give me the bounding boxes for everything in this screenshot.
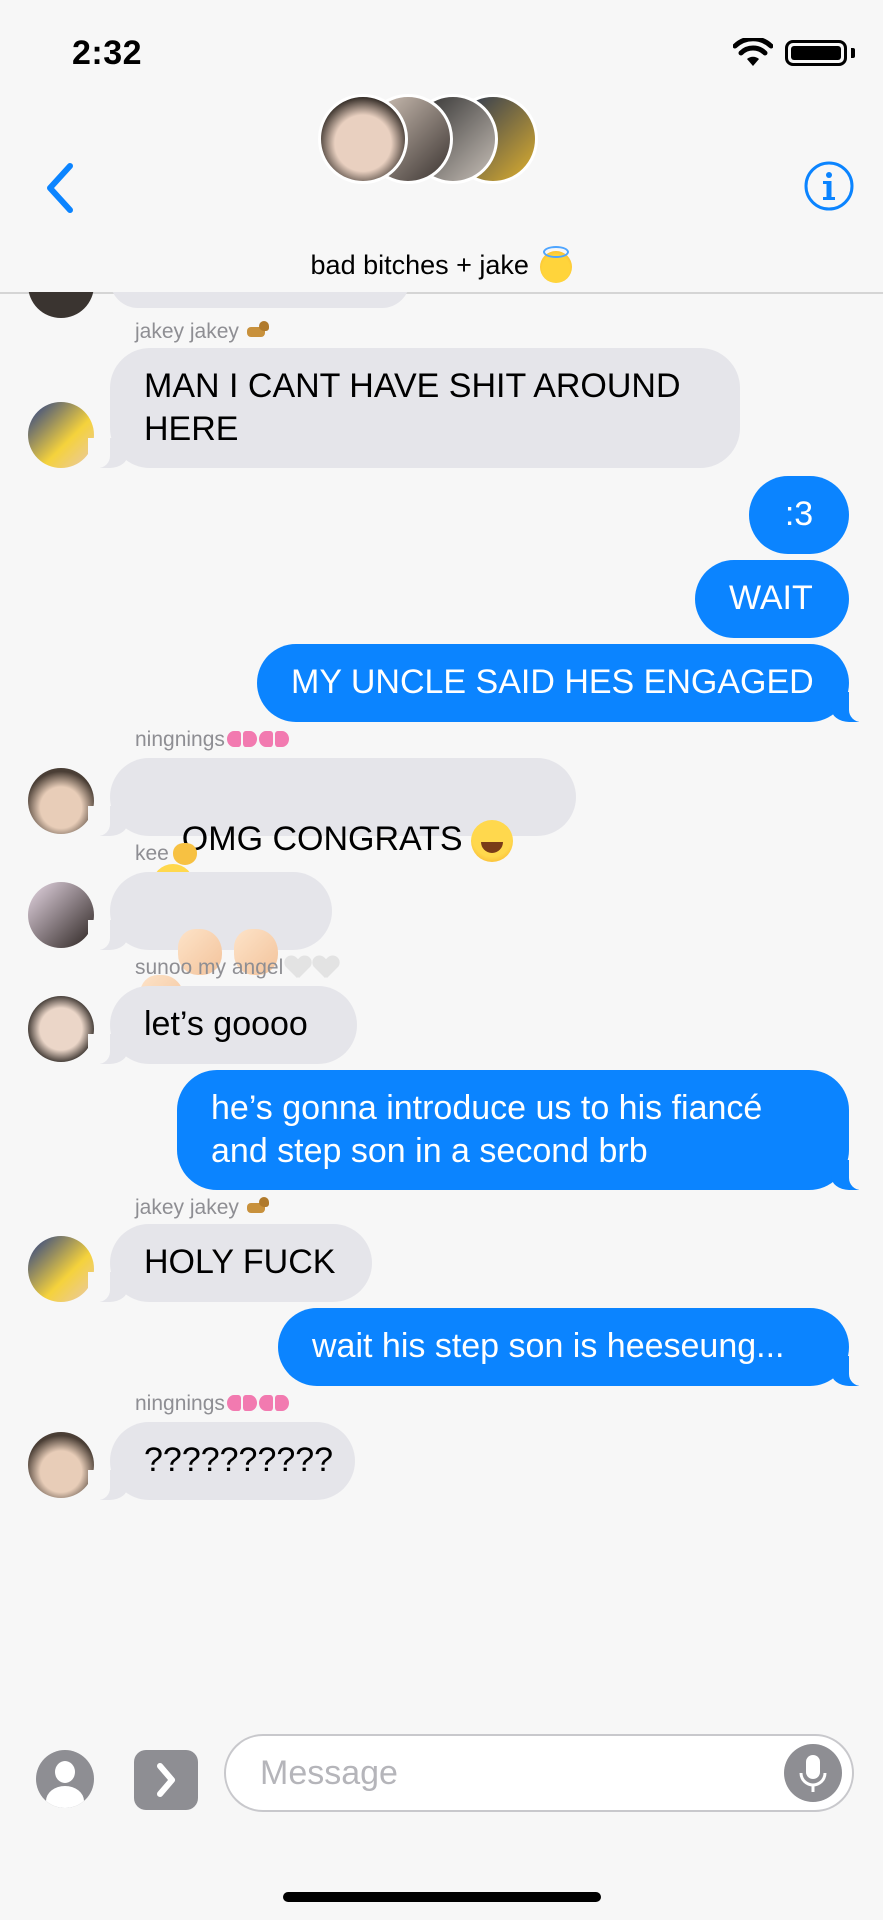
avatar-kee[interactable] (28, 882, 94, 948)
message-bubble-outgoing[interactable]: WAIT (695, 560, 849, 638)
laughing-emoji-icon (470, 820, 513, 863)
sender-name-text: sunoo my angel (135, 956, 284, 979)
avatar-jakey[interactable] (28, 402, 94, 468)
chat-header: bad bitches + jake (0, 80, 883, 294)
group-avatar (318, 94, 408, 184)
mic-button[interactable] (784, 1744, 842, 1802)
dog-emoji-icon (243, 1197, 271, 1219)
message-bubble-outgoing[interactable]: he’s gonna introduce us to his fiancé an… (177, 1070, 871, 1190)
info-icon (804, 161, 854, 211)
sender-name: jakey jakey (135, 320, 271, 344)
status-icons (733, 38, 855, 68)
battery-icon (785, 40, 847, 66)
message-bubble-outgoing[interactable]: MY UNCLE SAID HES ENGAGED (257, 644, 871, 722)
status-time: 2:32 (72, 34, 143, 72)
sender-name: jakey jakey (135, 1196, 271, 1220)
ribbon-emoji-icon (226, 729, 257, 751)
apps-button[interactable] (134, 1750, 198, 1810)
chat-title[interactable]: bad bitches + jake (0, 245, 883, 283)
sender-name-text: jakey jakey (135, 320, 239, 343)
chevron-right-icon (157, 1763, 175, 1797)
white-heart-icon (285, 956, 311, 980)
message-input[interactable]: Message (224, 1734, 854, 1812)
sender-name: ningnings (135, 728, 289, 752)
message-bubble-incoming[interactable]: HOLY FUCK (88, 1224, 372, 1302)
contact-button[interactable] (36, 1750, 94, 1808)
message-bubble-incoming[interactable] (88, 872, 332, 1022)
group-avatar-stack[interactable] (318, 94, 538, 190)
message-bubble-incoming[interactable]: MAN I CANT HAVE SHIT AROUND HERE (88, 348, 740, 468)
white-heart-icon (313, 956, 339, 980)
avatar-ningnings[interactable] (28, 768, 94, 834)
chevron-left-icon (47, 163, 73, 213)
chat-title-text: bad bitches + jake (310, 250, 529, 280)
message-list[interactable]: jakey jakey MAN I CANT HAVE SHIT AROUND … (0, 292, 883, 1712)
avatar-jakey[interactable] (28, 1236, 94, 1302)
message-bubble-incoming[interactable]: let’s goooo (88, 986, 357, 1064)
dog-emoji-icon (243, 321, 271, 343)
ribbon-emoji-icon (258, 729, 289, 751)
message-placeholder: Message (260, 1754, 398, 1792)
message-bubble-outgoing[interactable]: :3 (749, 476, 849, 554)
sender-name: kee (135, 842, 197, 866)
sender-name: sunoo my angel (135, 956, 339, 980)
ribbon-emoji-icon (226, 1393, 257, 1415)
sender-name-text: jakey jakey (135, 1196, 239, 1219)
message-text: OMG CONGRATS (181, 820, 463, 858)
cat-emoji-icon (172, 843, 197, 866)
composer-bar: Message (0, 1712, 883, 1920)
message-bubble-partial (110, 292, 410, 308)
message-bubble-incoming[interactable]: OMG CONGRATS (88, 758, 576, 907)
sender-name-text: ningnings (135, 1392, 225, 1415)
battery-tip (851, 48, 855, 58)
halo-emoji-icon (540, 245, 573, 283)
avatar-sunoo[interactable] (28, 996, 94, 1062)
person-icon-body (46, 1786, 84, 1808)
avatar-ningnings[interactable] (28, 1432, 94, 1498)
microphone-icon (799, 1755, 827, 1792)
back-button[interactable] (40, 158, 80, 218)
home-indicator[interactable] (283, 1892, 601, 1902)
sender-name-text: ningnings (135, 728, 225, 751)
wifi-icon (733, 38, 773, 66)
ribbon-emoji-icon (258, 1393, 289, 1415)
avatar (28, 292, 94, 318)
sender-name-text: kee (135, 842, 169, 865)
sender-name: ningnings (135, 1392, 289, 1416)
message-bubble-incoming[interactable]: ?????????? (88, 1422, 355, 1500)
person-icon (55, 1761, 75, 1783)
message-bubble-outgoing[interactable]: wait his step son is heeseung... (278, 1308, 871, 1386)
info-button[interactable] (803, 160, 855, 212)
